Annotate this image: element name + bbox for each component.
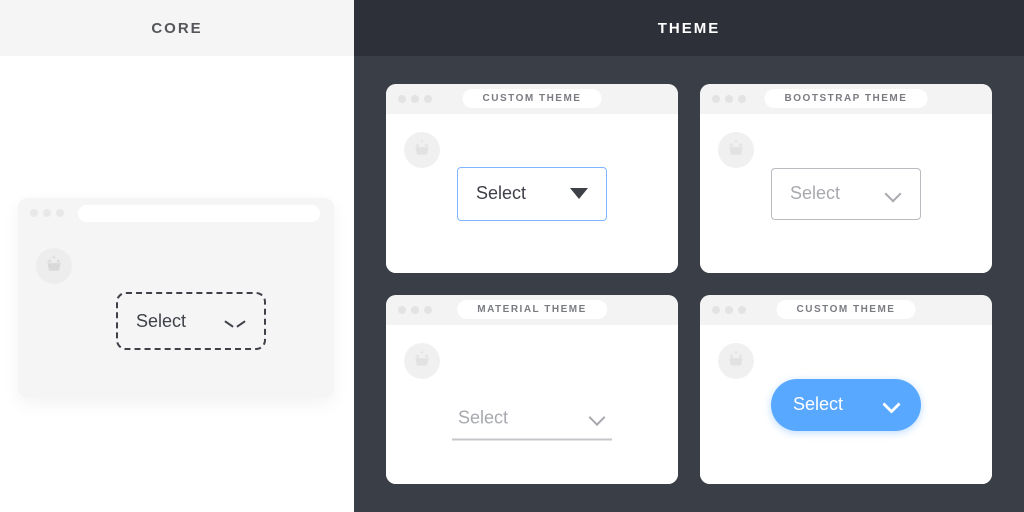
window-dots <box>398 95 432 103</box>
window-dot-icon <box>398 95 406 103</box>
theme-window-titlebar: CUSTOM THEME <box>700 295 992 325</box>
robot-icon <box>412 349 432 374</box>
theme-card-custom: CUSTOM THEME Select <box>386 84 678 273</box>
select-dropdown-bootstrap[interactable]: Select <box>771 168 921 220</box>
window-dot-icon <box>738 306 746 314</box>
theme-window-body: Select <box>386 114 678 273</box>
select-label: Select <box>793 394 843 415</box>
core-window: Select <box>18 198 334 398</box>
theme-card-custom-pill: CUSTOM THEME Select <box>700 295 992 484</box>
theme-label: BOOTSTRAP THEME <box>765 89 928 108</box>
theme-card-bootstrap: BOOTSTRAP THEME Select <box>700 84 992 273</box>
avatar <box>404 343 440 379</box>
core-body: Select <box>0 56 354 512</box>
chevron-down-icon <box>884 185 902 203</box>
theme-window-body: Select <box>386 325 678 484</box>
window-dot-icon <box>712 306 720 314</box>
theme-label: CUSTOM THEME <box>777 300 916 319</box>
avatar <box>404 132 440 168</box>
theme-card-material: MATERIAL THEME Select <box>386 295 678 484</box>
core-window-content: Select <box>18 228 334 298</box>
theme-window-body: Select <box>700 114 992 273</box>
window-dot-icon <box>725 306 733 314</box>
window-dots <box>712 306 746 314</box>
theme-window-titlebar: BOOTSTRAP THEME <box>700 84 992 114</box>
core-window-titlebar <box>18 198 334 228</box>
window-dots <box>398 306 432 314</box>
core-header: CORE <box>0 0 354 56</box>
core-select-dropdown[interactable]: Select <box>116 292 266 350</box>
select-dropdown-custom[interactable]: Select <box>457 167 607 221</box>
chevron-down-icon <box>224 310 246 332</box>
theme-grid: CUSTOM THEME Select <box>354 56 1024 512</box>
core-select-label: Select <box>136 311 186 332</box>
avatar <box>718 132 754 168</box>
window-dot-icon <box>411 306 419 314</box>
select-dropdown-material[interactable]: Select <box>452 407 612 440</box>
core-title: CORE <box>151 20 202 37</box>
theme-window-titlebar: CUSTOM THEME <box>386 84 678 114</box>
robot-icon <box>44 254 64 279</box>
core-column: CORE <box>0 0 354 512</box>
select-label: Select <box>790 183 840 204</box>
address-bar-placeholder <box>78 205 320 222</box>
select-label: Select <box>476 183 526 204</box>
app-root: CORE <box>0 0 1024 512</box>
window-dot-icon <box>738 95 746 103</box>
avatar <box>718 343 754 379</box>
window-dot-icon <box>424 306 432 314</box>
robot-icon <box>726 349 746 374</box>
window-dots <box>712 95 746 103</box>
window-dot-icon <box>30 209 38 217</box>
theme-label: CUSTOM THEME <box>463 89 602 108</box>
window-dot-icon <box>424 95 432 103</box>
chevron-down-icon <box>883 397 899 413</box>
theme-window-titlebar: MATERIAL THEME <box>386 295 678 325</box>
theme-header: THEME <box>354 0 1024 56</box>
window-dot-icon <box>43 209 51 217</box>
select-label: Select <box>458 407 508 428</box>
theme-title: THEME <box>658 20 721 37</box>
avatar <box>36 248 72 284</box>
select-dropdown-pill[interactable]: Select <box>771 379 921 431</box>
theme-label: MATERIAL THEME <box>457 300 607 319</box>
window-dot-icon <box>398 306 406 314</box>
window-dot-icon <box>411 95 419 103</box>
theme-window-body: Select <box>700 325 992 484</box>
robot-icon <box>726 138 746 163</box>
chevron-down-icon <box>588 409 606 427</box>
window-dot-icon <box>56 209 64 217</box>
theme-column: THEME CUSTOM THEME <box>354 0 1024 512</box>
robot-icon <box>412 138 432 163</box>
caret-down-icon <box>570 188 588 199</box>
window-dot-icon <box>712 95 720 103</box>
window-dot-icon <box>725 95 733 103</box>
window-dots <box>30 209 64 217</box>
